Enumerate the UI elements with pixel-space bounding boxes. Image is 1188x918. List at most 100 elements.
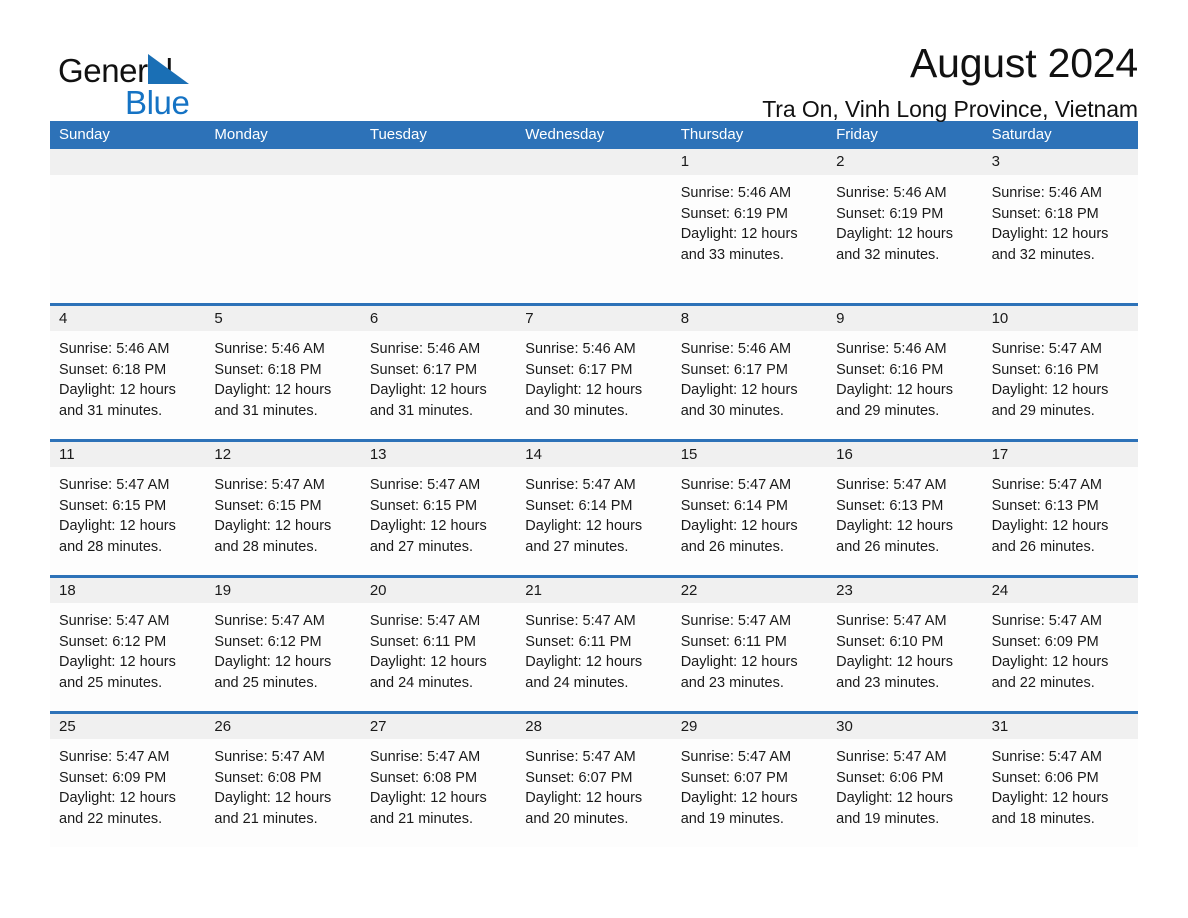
day-number-15[interactable]: 15 bbox=[672, 442, 827, 467]
day-cell-6[interactable]: Sunrise: 5:46 AM Sunset: 6:17 PM Daylight:… bbox=[361, 331, 516, 439]
day-number-4[interactable]: 4 bbox=[50, 306, 205, 331]
day-number-16[interactable]: 16 bbox=[827, 442, 982, 467]
day-cell-17[interactable]: Sunrise: 5:47 AM Sunset: 6:13 PM Daylight:… bbox=[983, 467, 1138, 575]
sunset-text: Sunset: 6:12 PM bbox=[59, 633, 167, 650]
day-number-29[interactable]: 29 bbox=[672, 714, 827, 739]
day-number-22[interactable]: 22 bbox=[672, 578, 827, 603]
day-cell-29[interactable]: Sunrise: 5:47 AM Sunset: 6:07 PM Daylight:… bbox=[672, 739, 827, 847]
weekday-header-monday: Monday bbox=[214, 126, 268, 143]
day-cell-21[interactable]: Sunrise: 5:47 AM Sunset: 6:11 PM Daylight:… bbox=[516, 603, 671, 711]
daylight-text: and 22 minutes. bbox=[991, 674, 1095, 691]
day-number-24[interactable]: 24 bbox=[983, 578, 1138, 603]
day-cell-10[interactable]: Sunrise: 5:47 AM Sunset: 6:16 PM Daylight:… bbox=[983, 331, 1138, 439]
sunrise-text: Sunrise: 5:46 AM bbox=[836, 341, 947, 357]
day-number-23[interactable]: 23 bbox=[827, 578, 982, 603]
daylight-text: and 33 minutes. bbox=[680, 246, 784, 263]
day-cell-empty bbox=[516, 175, 671, 303]
daylight-text: and 24 minutes. bbox=[525, 674, 629, 691]
daylight-text: Daylight: 12 hours bbox=[991, 654, 1109, 670]
day-cell-2[interactable]: Sunrise: 5:46 AM Sunset: 6:19 PM Daylight:… bbox=[827, 175, 982, 303]
week-daynumber-band: 4 5 6 7 8 9 10 bbox=[50, 306, 1138, 331]
day-cell-4[interactable]: Sunrise: 5:46 AM Sunset: 6:18 PM Daylight:… bbox=[50, 331, 205, 439]
daylight-text: and 30 minutes. bbox=[680, 402, 784, 419]
daylight-text: Daylight: 12 hours bbox=[525, 654, 643, 670]
general-blue-logo[interactable]: General Blue bbox=[50, 42, 240, 119]
day-cell-9[interactable]: Sunrise: 5:46 AM Sunset: 6:16 PM Daylight:… bbox=[827, 331, 982, 439]
day-cell-7[interactable]: Sunrise: 5:46 AM Sunset: 6:17 PM Daylight:… bbox=[516, 331, 671, 439]
sunset-text: Sunset: 6:08 PM bbox=[214, 769, 322, 786]
sunrise-text: Sunrise: 5:47 AM bbox=[991, 613, 1102, 629]
daylight-text: and 25 minutes. bbox=[59, 674, 163, 691]
day-cell-31[interactable]: Sunrise: 5:47 AM Sunset: 6:06 PM Daylight:… bbox=[983, 739, 1138, 847]
sunset-text: Sunset: 6:14 PM bbox=[525, 497, 633, 514]
day-cell-5[interactable]: Sunrise: 5:46 AM Sunset: 6:18 PM Daylight:… bbox=[205, 331, 360, 439]
day-number-17[interactable]: 17 bbox=[983, 442, 1138, 467]
day-number-2[interactable]: 2 bbox=[827, 149, 982, 175]
day-number-25[interactable]: 25 bbox=[50, 714, 205, 739]
day-cell-16[interactable]: Sunrise: 5:47 AM Sunset: 6:13 PM Daylight:… bbox=[827, 467, 982, 575]
daylight-text: and 21 minutes. bbox=[369, 810, 474, 827]
day-number-1[interactable]: 1 bbox=[672, 149, 827, 175]
day-cell-22[interactable]: Sunrise: 5:47 AM Sunset: 6:11 PM Daylight:… bbox=[672, 603, 827, 711]
sunrise-text: Sunrise: 5:47 AM bbox=[214, 613, 325, 629]
sunrise-text: Sunrise: 5:47 AM bbox=[991, 341, 1102, 357]
day-cell-30[interactable]: Sunrise: 5:47 AM Sunset: 6:06 PM Daylight:… bbox=[827, 739, 982, 847]
day-cell-26[interactable]: Sunrise: 5:47 AM Sunset: 6:08 PM Daylight:… bbox=[205, 739, 360, 847]
day-number-19[interactable]: 19 bbox=[205, 578, 360, 603]
day-cell-8[interactable]: Sunrise: 5:46 AM Sunset: 6:17 PM Daylight:… bbox=[672, 331, 827, 439]
daylight-text: Daylight: 12 hours bbox=[214, 518, 332, 534]
day-cell-12[interactable]: Sunrise: 5:47 AM Sunset: 6:15 PM Daylight:… bbox=[205, 467, 360, 575]
day-number-18[interactable]: 18 bbox=[50, 578, 205, 603]
day-number-28[interactable]: 28 bbox=[516, 714, 671, 739]
day-cell-14[interactable]: Sunrise: 5:47 AM Sunset: 6:14 PM Daylight:… bbox=[516, 467, 671, 575]
day-number-empty bbox=[361, 149, 516, 175]
sunrise-text: Sunrise: 5:46 AM bbox=[836, 185, 947, 201]
daylight-text: and 26 minutes. bbox=[991, 538, 1095, 555]
day-cell-3[interactable]: Sunrise: 5:46 AM Sunset: 6:18 PM Daylight:… bbox=[983, 175, 1138, 303]
daylight-text: Daylight: 12 hours bbox=[59, 382, 176, 398]
day-number-5[interactable]: 5 bbox=[205, 306, 360, 331]
day-number-10[interactable]: 10 bbox=[983, 306, 1138, 331]
day-number-11[interactable]: 11 bbox=[50, 442, 205, 467]
title-block: August 2024 Tra On, Vinh Long Province, … bbox=[762, 41, 1138, 123]
day-cell-11[interactable]: Sunrise: 5:47 AM Sunset: 6:15 PM Daylight:… bbox=[50, 467, 205, 575]
daylight-text: and 22 minutes. bbox=[59, 810, 163, 827]
day-cell-18[interactable]: Sunrise: 5:47 AM Sunset: 6:12 PM Daylight:… bbox=[50, 603, 205, 711]
sunrise-text: Sunrise: 5:47 AM bbox=[525, 749, 636, 765]
weekday-header-thursday: Thursday bbox=[680, 126, 744, 143]
day-number-21[interactable]: 21 bbox=[516, 578, 671, 603]
sunrise-text: Sunrise: 5:47 AM bbox=[59, 613, 170, 629]
day-number-12[interactable]: 12 bbox=[205, 442, 360, 467]
day-number-3[interactable]: 3 bbox=[983, 149, 1138, 175]
sunrise-text: Sunrise: 5:47 AM bbox=[991, 477, 1102, 493]
day-number-30[interactable]: 30 bbox=[827, 714, 982, 739]
sunrise-text: Sunrise: 5:47 AM bbox=[680, 613, 792, 629]
week-daynumber-band: 123 bbox=[50, 149, 1138, 175]
weekday-header-tuesday: Tuesday bbox=[369, 126, 427, 143]
day-number-26[interactable]: 26 bbox=[205, 714, 360, 739]
daylight-text: Daylight: 12 hours bbox=[836, 382, 954, 398]
day-number-27[interactable]: 27 bbox=[361, 714, 516, 739]
day-cell-28[interactable]: Sunrise: 5:47 AM Sunset: 6:07 PM Daylight:… bbox=[516, 739, 671, 847]
day-cell-23[interactable]: Sunrise: 5:47 AM Sunset: 6:10 PM Daylight:… bbox=[827, 603, 982, 711]
day-cell-24[interactable]: Sunrise: 5:47 AM Sunset: 6:09 PM Daylight:… bbox=[983, 603, 1138, 711]
day-number-9[interactable]: 9 bbox=[827, 306, 982, 331]
day-number-13[interactable]: 13 bbox=[361, 442, 516, 467]
day-number-8[interactable]: 8 bbox=[672, 306, 827, 331]
day-cell-1[interactable]: Sunrise: 5:46 AM Sunset: 6:19 PM Daylight:… bbox=[672, 175, 827, 303]
day-number-14[interactable]: 14 bbox=[516, 442, 671, 467]
day-cell-27[interactable]: Sunrise: 5:47 AM Sunset: 6:08 PM Daylight:… bbox=[361, 739, 516, 847]
sunrise-text: Sunrise: 5:46 AM bbox=[991, 185, 1102, 201]
daylight-text: Daylight: 12 hours bbox=[680, 518, 798, 534]
day-number-31[interactable]: 31 bbox=[983, 714, 1138, 739]
day-number-20[interactable]: 20 bbox=[361, 578, 516, 603]
daylight-text: and 19 minutes. bbox=[836, 810, 940, 827]
day-cell-19[interactable]: Sunrise: 5:47 AM Sunset: 6:12 PM Daylight:… bbox=[205, 603, 360, 711]
day-cell-15[interactable]: Sunrise: 5:47 AM Sunset: 6:14 PM Daylight:… bbox=[672, 467, 827, 575]
day-cell-13[interactable]: Sunrise: 5:47 AM Sunset: 6:15 PM Daylight:… bbox=[361, 467, 516, 575]
day-number-7[interactable]: 7 bbox=[516, 306, 671, 331]
day-cell-25[interactable]: Sunrise: 5:47 AM Sunset: 6:09 PM Daylight:… bbox=[50, 739, 205, 847]
daylight-text: and 29 minutes. bbox=[991, 402, 1095, 419]
day-number-6[interactable]: 6 bbox=[361, 306, 516, 331]
day-cell-20[interactable]: Sunrise: 5:47 AM Sunset: 6:11 PM Daylight:… bbox=[361, 603, 516, 711]
